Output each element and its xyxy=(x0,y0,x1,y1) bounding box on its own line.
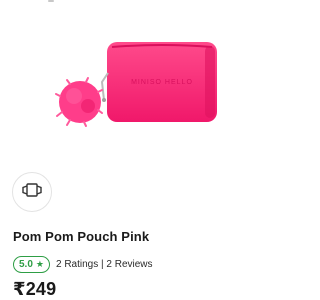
star-icon: ★ xyxy=(35,259,44,269)
product-image[interactable]: MINISO HELLO xyxy=(0,20,300,170)
ar-view-button[interactable] xyxy=(12,172,52,212)
pom-pom xyxy=(55,77,103,127)
previous-content-edge xyxy=(48,0,54,2)
ar-view-icon xyxy=(22,182,42,203)
product-title: Pom Pom Pouch Pink xyxy=(13,229,150,244)
rating-score: 5.0 xyxy=(19,259,33,270)
ratings-reviews-link[interactable]: 2 Ratings | 2 Reviews xyxy=(56,259,153,270)
rating-badge[interactable]: 5.0 ★ xyxy=(13,256,50,273)
rating-row: 5.0 ★ 2 Ratings | 2 Reviews xyxy=(13,256,153,273)
embossed-brand: MINISO HELLO xyxy=(131,79,193,86)
product-price: ₹249 xyxy=(13,279,57,299)
